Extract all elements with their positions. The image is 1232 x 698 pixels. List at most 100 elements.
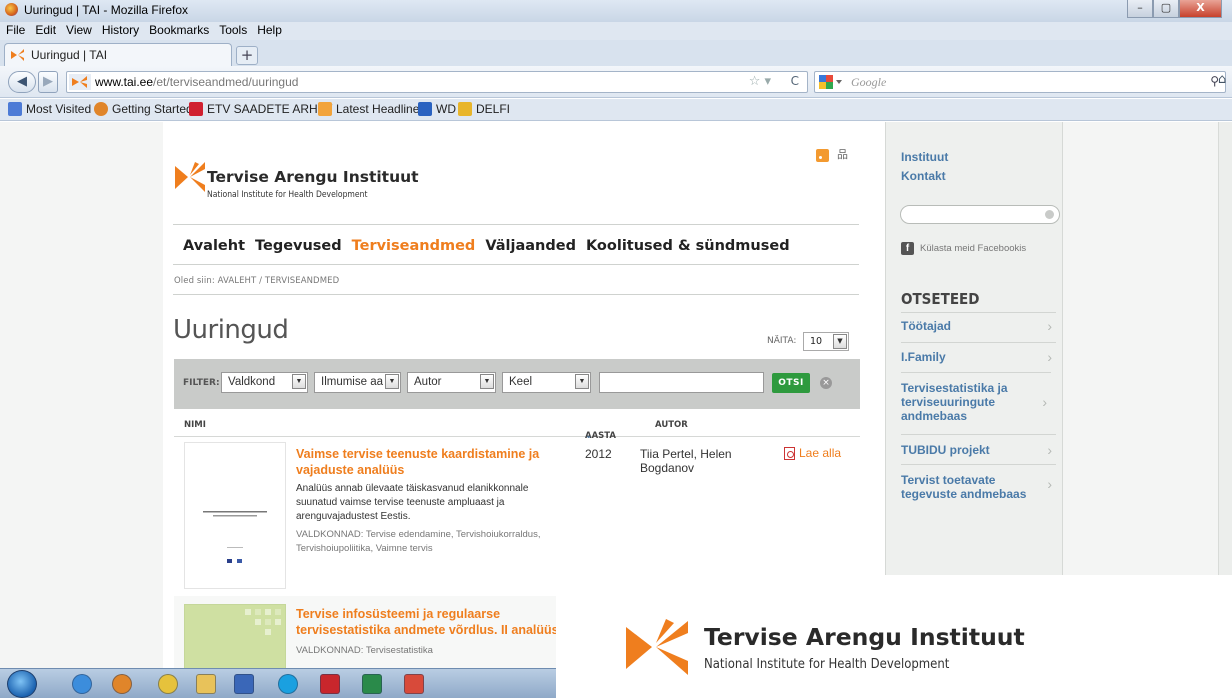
arrow-left-icon: ◀ xyxy=(17,74,27,89)
shortcut-tervisestatistika[interactable]: Tervisestatistika ja terviseuuringute an… xyxy=(901,372,1051,434)
delfi-icon xyxy=(458,102,472,116)
table-header: NIMI AASTA ⌄ AUTOR xyxy=(174,409,860,441)
chevron-down-icon: ▼ xyxy=(480,374,494,389)
filter-label: FILTER: xyxy=(183,378,220,388)
chevron-right-icon: › xyxy=(1047,476,1052,492)
shortcut-tervist-toetavate[interactable]: Tervist toetavate tegevuste andmebaas › xyxy=(901,464,1056,510)
google-engine-icon xyxy=(819,75,842,89)
download-link[interactable]: Lae alla xyxy=(784,446,841,460)
list-item: Vaimse tervise teenuste kaardistamine ja… xyxy=(174,442,860,592)
document-cover-image xyxy=(245,609,281,635)
filter-search-input[interactable] xyxy=(599,372,764,393)
close-button[interactable]: X xyxy=(1179,0,1222,18)
search-placeholder: Google xyxy=(851,75,887,89)
sitemap-icon[interactable]: 品 xyxy=(837,149,848,162)
shortcut-ifamily[interactable]: I.Family › xyxy=(901,342,1056,372)
filter-ilmumise-select[interactable]: Ilmumise aa ▼ xyxy=(314,372,401,393)
menu-tools[interactable]: Tools xyxy=(213,22,251,37)
item-title-link[interactable]: Tervise infosüsteemi ja regulaarse tervi… xyxy=(296,606,566,638)
search-button[interactable]: OTSI xyxy=(772,373,810,393)
item-title-link[interactable]: Vaimse tervise teenuste kaardistamine ja… xyxy=(296,446,566,478)
taskbar xyxy=(0,668,556,698)
tai-logo-icon[interactable] xyxy=(175,162,205,192)
start-button[interactable] xyxy=(7,670,37,698)
search-bar[interactable]: Google ⚲ xyxy=(814,71,1226,93)
menu-bookmarks[interactable]: Bookmarks xyxy=(143,22,213,37)
minimize-button[interactable]: – xyxy=(1127,0,1153,18)
menu-history[interactable]: History xyxy=(96,22,143,37)
chrome-icon[interactable] xyxy=(158,674,178,694)
nav-terviseandmed[interactable]: Terviseandmed xyxy=(352,238,476,254)
item-year: 2012 xyxy=(585,447,612,461)
etv-icon xyxy=(189,102,203,116)
bookmarks-toolbar: Most Visited Getting Started ETV SAADETE… xyxy=(0,99,1232,121)
shortcut-tubidu[interactable]: TUBIDU projekt › xyxy=(901,434,1056,464)
excel-icon[interactable] xyxy=(362,674,382,694)
address-bar[interactable]: www.tai.ee/et/terviseandmed/uuringud ☆ ▾… xyxy=(66,71,808,93)
tab-uuringud[interactable]: Uuringud | TAI xyxy=(4,43,232,66)
tai-logo-large-icon xyxy=(626,619,688,675)
reload-icon[interactable]: C xyxy=(791,74,799,88)
document-thumbnail[interactable] xyxy=(184,442,286,589)
rss-icon[interactable] xyxy=(816,149,829,162)
bookmark-delfi[interactable]: DELFI xyxy=(458,102,510,116)
divider xyxy=(173,294,859,295)
menu-file[interactable]: File xyxy=(0,22,29,37)
menu-help[interactable]: Help xyxy=(251,22,286,37)
rss-feed-icon xyxy=(318,102,332,116)
page-title: Uuringud xyxy=(173,315,289,345)
bookmark-most-visited[interactable]: Most Visited xyxy=(8,102,91,116)
per-page-select[interactable]: 10 ▼ xyxy=(803,332,849,351)
maximize-button[interactable]: ▢ xyxy=(1153,0,1179,18)
skype-icon[interactable] xyxy=(278,674,298,694)
col-name-header[interactable]: NIMI xyxy=(184,420,206,430)
firefox-icon[interactable] xyxy=(112,674,132,694)
folder-icon[interactable] xyxy=(196,674,216,694)
nav-koolitused[interactable]: Koolitused & sündmused xyxy=(586,238,790,254)
sidebar-link-kontakt[interactable]: Kontakt xyxy=(901,169,946,183)
bookmark-getting-started[interactable]: Getting Started xyxy=(94,102,193,116)
sidebar-search-input[interactable] xyxy=(900,205,1060,224)
menu-edit[interactable]: Edit xyxy=(29,22,60,37)
item-description: Analüüs annab ülevaate täiskasvanud elan… xyxy=(296,483,529,522)
document-thumbnail[interactable] xyxy=(184,604,286,668)
clear-filter-icon[interactable]: × xyxy=(820,377,832,389)
site-identity-icon xyxy=(69,74,91,90)
divider xyxy=(173,224,859,225)
sidebar-link-instituut[interactable]: Instituut xyxy=(901,150,948,164)
breadcrumb: Oled siin: AVALEHT / TERVISEANDMED xyxy=(174,276,340,286)
home-icon[interactable]: ⌂ xyxy=(1218,72,1232,90)
col-author-header[interactable]: AUTOR xyxy=(655,420,688,430)
overlay-brand-name: Tervise Arengu Instituut xyxy=(704,623,1025,651)
new-tab-button[interactable]: + xyxy=(236,46,258,65)
back-button[interactable]: ◀ xyxy=(8,71,36,93)
facebook-link[interactable]: f Külasta meid Facebookis xyxy=(901,242,1026,255)
chevron-down-icon: ▼ xyxy=(833,334,847,349)
bookmark-wd[interactable]: WD xyxy=(418,102,456,116)
filter-autor-select[interactable]: Autor ▼ xyxy=(407,372,496,393)
bookmark-star-icon[interactable]: ☆ ▾ xyxy=(749,74,771,89)
media-player-icon[interactable] xyxy=(234,674,254,694)
nav-valjaanded[interactable]: Väljaanded xyxy=(485,238,576,254)
menu-bar: File Edit View History Bookmarks Tools Help xyxy=(0,22,1232,40)
facebook-icon: f xyxy=(901,242,914,255)
search-go-icon[interactable] xyxy=(1045,210,1054,219)
app-icon[interactable] xyxy=(404,674,424,694)
acrobat-icon[interactable] xyxy=(320,674,340,694)
filter-valdkond-select[interactable]: Valdkond ▼ xyxy=(221,372,308,393)
forward-button[interactable]: ▶ xyxy=(38,71,58,93)
bookmark-latest-headlines[interactable]: Latest Headlines xyxy=(318,102,425,116)
arrow-right-icon: ▶ xyxy=(43,74,53,89)
window-title: Uuringud | TAI - Mozilla Firefox xyxy=(24,3,189,17)
nav-avaleht[interactable]: Avaleht xyxy=(183,238,245,254)
filter-keel-select[interactable]: Keel ▼ xyxy=(502,372,591,393)
chevron-down-icon: ▼ xyxy=(575,374,589,389)
overlay-brand-subtitle: National Institute for Health Developmen… xyxy=(704,657,950,672)
shortcut-tootajad[interactable]: Töötajad › xyxy=(901,312,1056,342)
tab-label: Uuringud | TAI xyxy=(31,48,108,62)
nav-tegevused[interactable]: Tegevused xyxy=(255,238,342,254)
bookmark-etv-arhiiv[interactable]: ETV SAADETE ARHIIV xyxy=(189,102,332,116)
menu-view[interactable]: View xyxy=(60,22,96,37)
firefox-icon xyxy=(5,3,18,16)
ie-icon[interactable] xyxy=(72,674,92,694)
